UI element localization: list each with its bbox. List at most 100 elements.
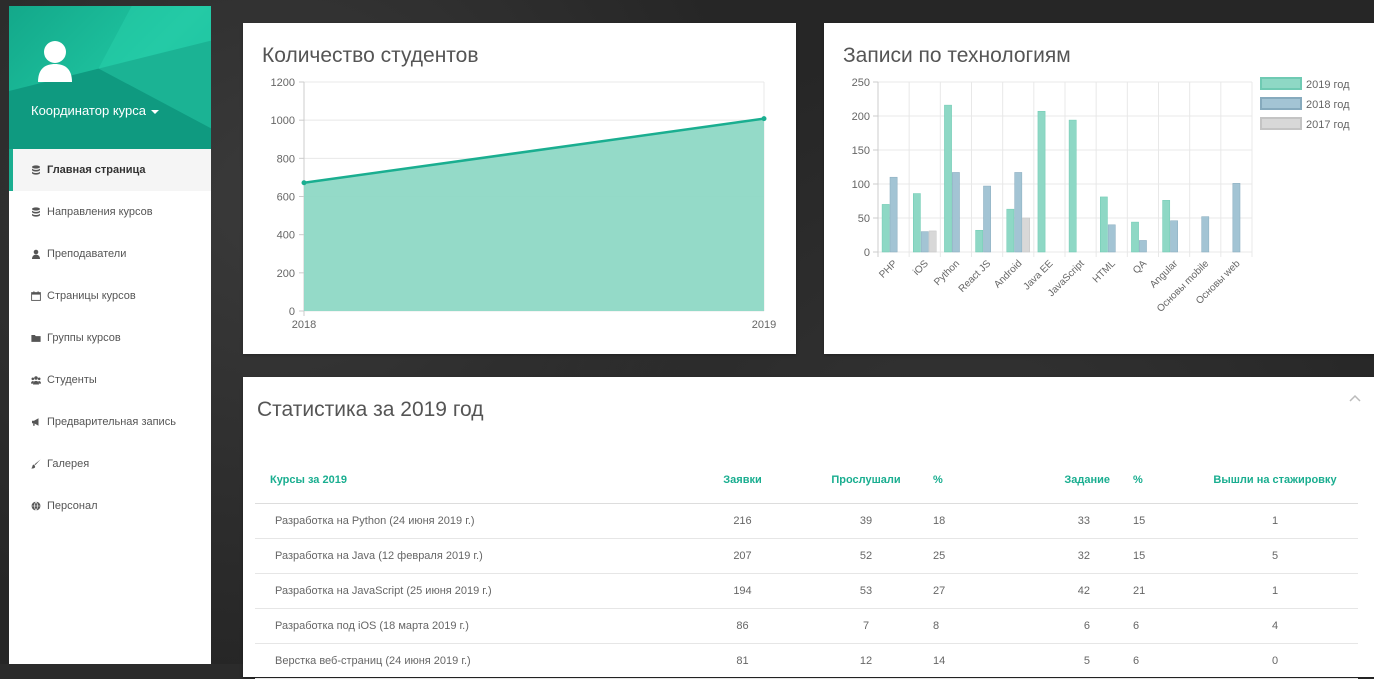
bar-1-7 (1107, 224, 1116, 253)
x-tick-label: 2019 (752, 319, 776, 331)
legend-swatch (1260, 77, 1302, 90)
sidebar-item-5[interactable]: Студенты (9, 359, 211, 401)
y-tick-label: 100 (852, 179, 870, 191)
table-header-cell[interactable]: Прослушали (800, 457, 932, 504)
sidebar-item-label: Главная страница (47, 164, 146, 176)
bar-1-4 (1014, 172, 1023, 253)
y-tick-label: 50 (858, 213, 870, 225)
bar-0-2 (944, 104, 952, 253)
sidebar-item-8[interactable]: Персонал (9, 485, 211, 527)
y-tick-label: 200 (852, 111, 870, 123)
table-row: Верстка веб-страниц (24 июня 2019 г.) 81 1… (255, 643, 1358, 679)
students-point (761, 116, 767, 122)
bar-0-8 (1131, 221, 1139, 253)
x-tick-label: PHP (877, 258, 900, 281)
bar-1-9 (1170, 220, 1178, 253)
y-tick-label: 1000 (271, 115, 295, 127)
bar-2-1 (928, 230, 937, 253)
table-row: Разработка на Java (12 февраля 2019 г.) 2… (255, 538, 1358, 574)
bar-0-1 (913, 193, 921, 253)
table-cell: 8 (932, 608, 987, 644)
table-header-cell[interactable]: Задание (987, 457, 1132, 504)
x-tick-label: QA (1131, 258, 1149, 276)
legend-swatch (1260, 97, 1302, 110)
sidebar-item-label: Студенты (47, 374, 97, 386)
sidebar-item-1[interactable]: Направления курсов (9, 191, 211, 233)
table-header-cell[interactable]: Вышли на стажировку (1192, 457, 1358, 504)
table-cell: 7 (800, 608, 932, 644)
sidebar-item-0[interactable]: Главная страница (9, 149, 211, 191)
sidebar-item-label: Предварительная запись (47, 416, 176, 428)
sidebar-item-7[interactable]: Галерея (9, 443, 211, 485)
y-tick-label: 0 (864, 247, 870, 259)
y-tick-label: 200 (277, 268, 295, 280)
table-header-cell[interactable]: % (1132, 457, 1192, 504)
table-row: Разработка под iOS (18 марта 2019 г.) 86 7… (255, 608, 1358, 644)
users-icon (31, 375, 41, 385)
bar-1-10 (1201, 216, 1210, 253)
profile-menu[interactable]: Координатор курса (31, 103, 159, 118)
bar-1-2 (952, 172, 960, 253)
stats-card: Статистика за 2019 год Курсы за 2019 Заяв… (243, 377, 1374, 679)
table-cell: 4 (1192, 608, 1358, 644)
sidebar-nav: Главная страница Направления курсов Препод… (9, 149, 211, 527)
table-cell: 33 (987, 503, 1132, 539)
profile-name: Координатор курса (31, 103, 146, 118)
sidebar-item-6[interactable]: Предварительная запись (9, 401, 211, 443)
bar-0-6 (1068, 119, 1077, 253)
legend-label: 2019 год (1306, 79, 1350, 91)
table-header-cell[interactable]: Заявки (685, 457, 800, 504)
legend-swatch (1260, 117, 1302, 130)
sidebar-item-4[interactable]: Группы курсов (9, 317, 211, 359)
y-tick-label: 800 (277, 153, 295, 165)
x-tick-label: React JS (957, 258, 994, 295)
bar-1-1 (920, 231, 929, 253)
y-tick-label: 0 (289, 306, 295, 318)
table-cell: 39 (800, 503, 932, 539)
table-header-cell[interactable]: Курсы за 2019 (255, 457, 685, 504)
tech-chart: 0 50 100 150 200 250 PHP iOS PythonReact JS Andro… (852, 77, 1350, 315)
sidebar-item-label: Преподаватели (47, 248, 127, 260)
table-cell: 53 (800, 573, 932, 609)
table-cell: 25 (932, 538, 987, 574)
table-cell: Разработка на Java (12 февраля 2019 г.) (255, 538, 685, 574)
table-cell: Разработка на Python (24 июня 2019 г.) (255, 503, 685, 539)
table-cell: 52 (800, 538, 932, 574)
table-cell: 5 (987, 643, 1132, 679)
x-tick-label: HTML (1091, 258, 1118, 285)
bar-0-7 (1100, 196, 1108, 253)
table-header-cell[interactable]: % (932, 457, 987, 504)
table-cell: 18 (932, 503, 987, 539)
table-cell: 0 (1192, 643, 1358, 679)
sidebar: Координатор курса Главная страница Направ… (9, 6, 211, 664)
tech-card: Записи по технологиям 0 50 100 150 200 250 PHP… (824, 23, 1374, 354)
legend-label: 2017 год (1306, 119, 1350, 131)
bullhorn-icon (31, 417, 41, 427)
x-tick-label: 2018 (292, 319, 316, 331)
table-row: Разработка на JavaScript (25 июня 2019 г… (255, 573, 1358, 609)
x-tick-label: iOS (911, 258, 931, 278)
bar-1-3 (983, 185, 991, 253)
table-cell: 6 (1132, 643, 1192, 679)
sidebar-item-3[interactable]: Страницы курсов (9, 275, 211, 317)
sidebar-item-label: Персонал (47, 500, 98, 512)
stats-title: Статистика за 2019 год (257, 398, 484, 421)
table-cell: 1 (1192, 503, 1358, 539)
y-tick-label: 1200 (271, 77, 295, 89)
bar-0-5 (1037, 110, 1046, 253)
table-row: Разработка на Python (24 июня 2019 г.) 21… (255, 503, 1358, 539)
students-area (304, 118, 764, 311)
collapse-icon[interactable] (1349, 394, 1361, 402)
table-cell: 12 (800, 643, 932, 679)
globe-icon (31, 501, 41, 511)
bar-2-4 (1022, 217, 1031, 253)
sidebar-item-label: Направления курсов (47, 206, 153, 218)
table-cell: 6 (987, 608, 1132, 644)
table-cell: Разработка на JavaScript (25 июня 2019 г… (255, 573, 685, 609)
table-cell: 15 (1132, 538, 1192, 574)
user-icon (31, 249, 41, 259)
table-cell: 27 (932, 573, 987, 609)
calendar-icon (31, 291, 41, 301)
sidebar-item-label: Группы курсов (47, 332, 121, 344)
sidebar-item-2[interactable]: Преподаватели (9, 233, 211, 275)
